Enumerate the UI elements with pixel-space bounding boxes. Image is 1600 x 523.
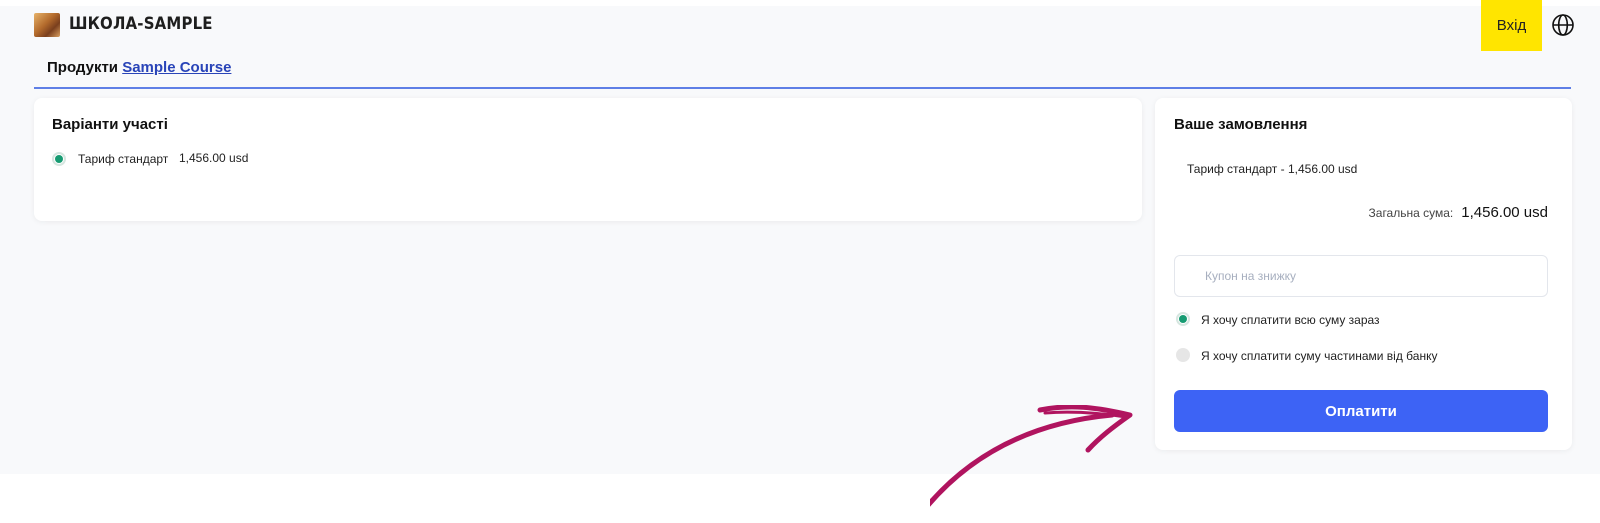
order-card: Ваше замовлення Тариф стандарт - 1,456.0… <box>1155 98 1572 450</box>
participation-title: Варіанти участі <box>52 116 168 133</box>
order-total: Загальна сума: 1,456.00 usd <box>1369 204 1548 221</box>
breadcrumb-products: Продукти <box>47 59 119 76</box>
pay-full-radio[interactable] <box>1176 312 1190 326</box>
pay-installments-radio[interactable] <box>1176 348 1190 362</box>
header-divider <box>34 87 1571 89</box>
header: ШКОЛА-SAMPLE Вхід <box>0 0 1600 60</box>
tariff-name[interactable]: Тариф стандарт <box>78 152 168 166</box>
participation-options-card: Варіанти участі Тариф стандарт 1,456.00 … <box>34 98 1142 221</box>
arrow-icon <box>930 405 1133 507</box>
order-title: Ваше замовлення <box>1174 116 1308 133</box>
tariff-radio[interactable] <box>52 152 66 166</box>
pay-full-label[interactable]: Я хочу сплатити всю суму зараз <box>1201 313 1380 327</box>
breadcrumb: Продукти Sample Course <box>47 59 231 76</box>
login-button[interactable]: Вхід <box>1481 0 1542 51</box>
pay-installments-label[interactable]: Я хочу сплатити суму частинами від банку <box>1201 349 1437 363</box>
globe-icon[interactable] <box>1551 13 1575 37</box>
school-logo[interactable] <box>34 13 60 37</box>
order-line-item: Тариф стандарт - 1,456.00 usd <box>1187 162 1358 176</box>
school-name[interactable]: ШКОЛА-SAMPLE <box>69 14 213 34</box>
pay-button[interactable]: Оплатити <box>1174 390 1548 432</box>
tariff-price: 1,456.00 usd <box>179 151 249 165</box>
coupon-input[interactable] <box>1174 255 1548 297</box>
total-label: Загальна сума: <box>1368 206 1454 220</box>
breadcrumb-course-link[interactable]: Sample Course <box>122 59 231 76</box>
total-value: 1,456.00 usd <box>1461 204 1548 221</box>
